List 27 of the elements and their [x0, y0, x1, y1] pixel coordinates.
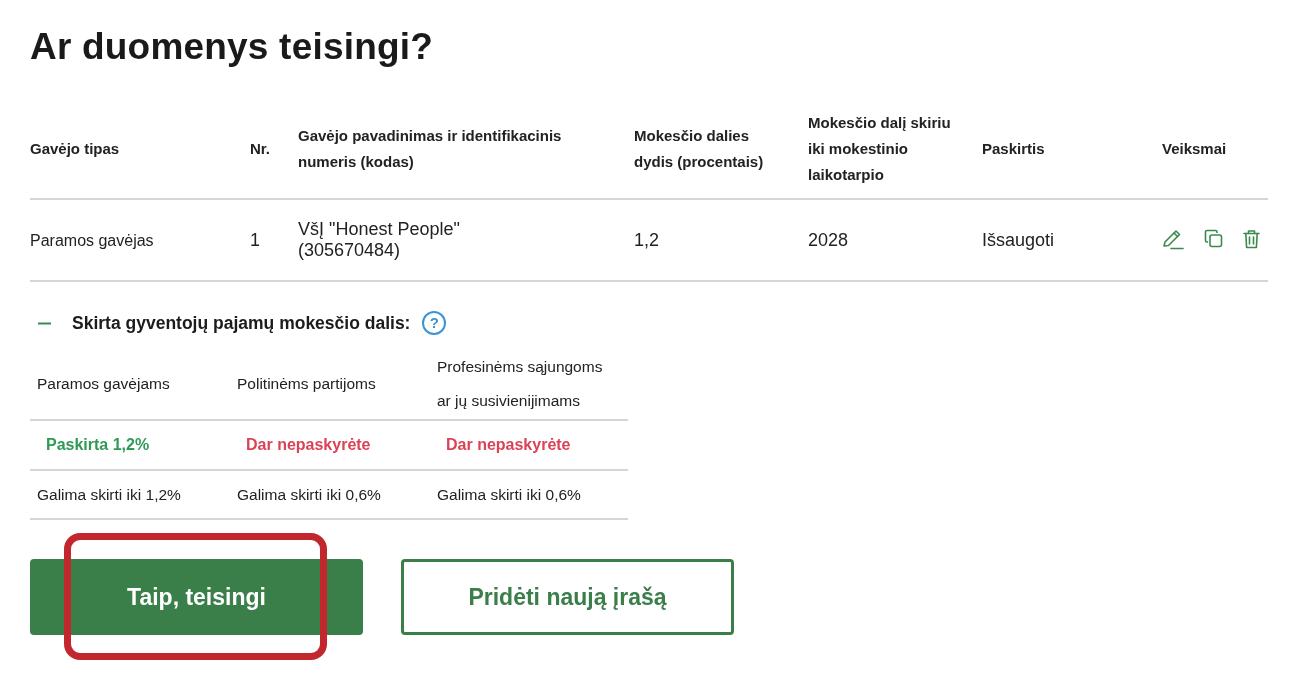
table-cell: 1	[250, 229, 260, 250]
allocation-limit: Galima skirti iki 1,2%	[37, 485, 181, 504]
allocation-header: Paramos gavėjams	[37, 374, 170, 394]
column-header: Nr.	[250, 139, 271, 159]
column-header: Gavėjo pavadinimas ir identifikacinis numeris (kodas)	[298, 126, 563, 172]
column-header: Paskirtis	[982, 139, 1046, 159]
table-cell: Paramos gavėjas	[30, 231, 154, 249]
table-cell: 1,2	[634, 229, 660, 250]
page-title: Ar duomenys teisingi?	[30, 25, 435, 69]
table-cell: 2028	[808, 229, 849, 250]
confirm-button[interactable]: Taip, teisingi	[30, 559, 363, 635]
section-heading: Skirta gyventojų pajamų mokesčio dalis:	[72, 312, 411, 334]
table-cell: Išsaugoti	[982, 229, 1055, 250]
help-button[interactable]: ?	[422, 311, 447, 335]
allocation-status: Paskirta 1,2%	[46, 436, 150, 454]
column-header: Mokesčio dalies dydis (procentais)	[634, 126, 765, 172]
allocation-header: Politinėms partijoms	[237, 374, 376, 394]
allocation-status: Dar nepaskyrėte	[246, 436, 371, 454]
table-cell: VšĮ "Honest People" (305670484)	[298, 219, 460, 260]
column-header: Mokesčio dalį skiriu iki mokestinio laikotarpio	[808, 113, 952, 185]
allocation-status: Dar nepaskyrėte	[446, 436, 571, 454]
allocation-limit: Galima skirti iki 0,6%	[437, 485, 581, 504]
allocation-limit: Galima skirti iki 0,6%	[237, 485, 381, 504]
allocation-header: Profesinėms sąjungoms ar jų susivienijimams	[437, 357, 604, 411]
add-record-button[interactable]: Pridėti naują įrašą	[401, 559, 734, 635]
column-header: Veiksmai	[1162, 139, 1228, 159]
column-header: Gavėjo tipas	[30, 139, 121, 159]
